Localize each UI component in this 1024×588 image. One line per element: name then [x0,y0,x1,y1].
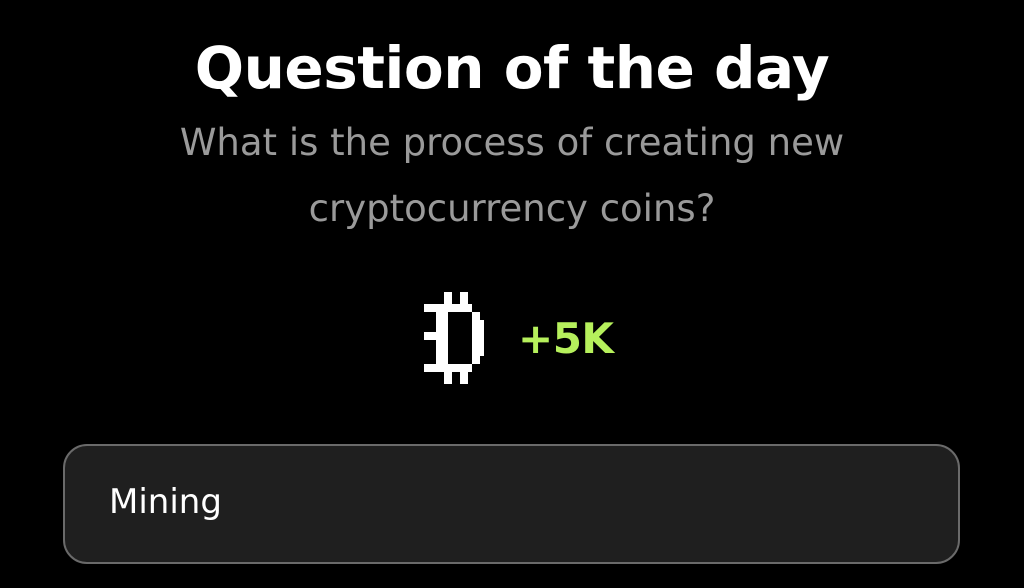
page-title: Question of the day [194,34,830,102]
reward-row: +5K [424,292,614,384]
answer-option-button[interactable]: Mining [63,444,960,564]
reward-amount: +5K [518,313,614,363]
answer-option-label: Mining [109,482,222,522]
pixel-coin-icon [424,292,484,384]
question-text: What is the process of creating new cryp… [179,121,845,230]
